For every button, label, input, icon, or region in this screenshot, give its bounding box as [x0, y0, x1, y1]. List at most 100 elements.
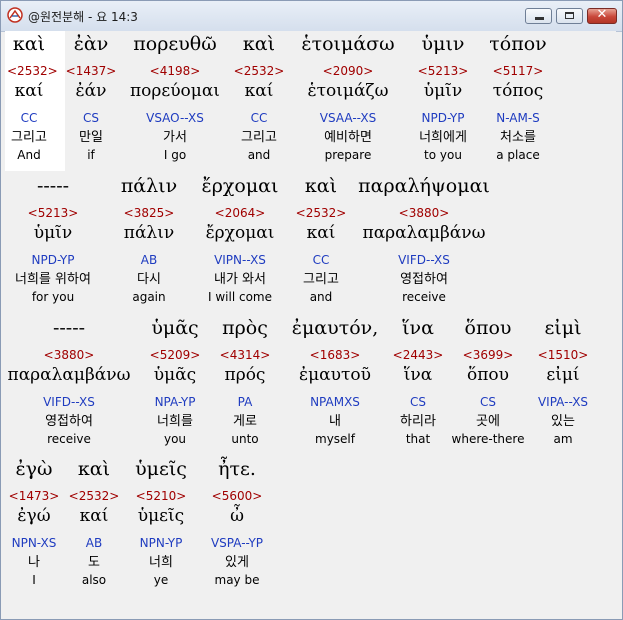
strongs-number: <2532>	[233, 64, 285, 78]
maximize-button[interactable]	[556, 8, 583, 24]
app-icon	[7, 7, 23, 23]
korean-gloss: 내가 와서	[214, 272, 266, 287]
english-gloss: And	[17, 148, 41, 162]
lemma: ἑτοιμάζω	[307, 81, 389, 101]
lemma: ὑμῖν	[33, 223, 73, 243]
korean-gloss: 다시	[137, 272, 161, 287]
morph-code: NPA-YP	[154, 395, 196, 409]
english-gloss: you	[163, 432, 187, 446]
korean-gloss: 게로	[233, 414, 257, 429]
english-gloss: for you	[31, 290, 75, 304]
english-gloss: I	[32, 573, 36, 587]
strongs-number: <5600>	[211, 489, 263, 503]
english-gloss: I go	[163, 148, 187, 162]
strongs-number: <1437>	[65, 64, 117, 78]
morph-code: AB	[140, 253, 158, 267]
english-gloss: I will come	[208, 290, 272, 304]
english-gloss: a place	[496, 148, 540, 162]
morph-code: VIPN--XS	[214, 253, 266, 267]
strongs-number: <4314>	[219, 348, 271, 362]
greek-word: εἰμὶ	[544, 317, 582, 339]
english-gloss: receive	[47, 432, 91, 446]
lemma: παραλαμβάνω	[7, 365, 131, 385]
strongs-number: <4198>	[149, 64, 201, 78]
english-gloss: unto	[231, 432, 259, 446]
greek-word: καὶ	[12, 33, 46, 55]
english-gloss: if	[87, 148, 95, 162]
minimize-button[interactable]	[525, 8, 552, 24]
lemma: τόπος	[492, 81, 544, 101]
korean-gloss: 너희를	[157, 414, 193, 429]
greek-word: παραλήψομαι	[358, 175, 490, 197]
korean-gloss: 도	[88, 555, 100, 570]
english-gloss: ye	[153, 573, 169, 587]
strongs-number: <1473>	[8, 489, 60, 503]
korean-gloss: 하리라	[400, 414, 436, 429]
morph-code: VIPA--XS	[537, 395, 589, 409]
greek-word: ἐμαυτόν,	[291, 317, 379, 339]
strongs-number: <2532>	[68, 489, 120, 503]
korean-gloss: 내	[329, 414, 341, 429]
lemma: ἐγώ	[17, 506, 51, 526]
korean-gloss: 너희	[149, 555, 173, 570]
strongs-number: <2064>	[214, 206, 266, 220]
english-gloss: that	[405, 432, 431, 446]
morph-code: CC	[250, 111, 268, 125]
morph-code: NPAMXS	[310, 395, 360, 409]
korean-gloss: 가서	[163, 130, 187, 145]
english-gloss: to you	[424, 148, 462, 162]
strongs-number: <2532>	[7, 64, 58, 78]
strongs-number: <5213>	[27, 206, 79, 220]
english-gloss: where-there	[451, 432, 525, 446]
lemma: ἔρχομαι	[205, 223, 275, 243]
greek-word: ἐὰν	[73, 33, 109, 55]
morph-code: NPN-YP	[139, 536, 183, 550]
morph-code: VSPA--YP	[210, 536, 264, 550]
greek-word: ἐγὼ	[15, 458, 53, 480]
lemma: πορεύομαι	[130, 81, 220, 101]
morph-code: CS	[410, 395, 426, 409]
morph-code: VIFD--XS	[398, 253, 450, 267]
morph-code: NPN-XS	[11, 536, 57, 550]
lemma: ἐάν	[75, 81, 107, 101]
greek-word: πάλιν	[120, 175, 178, 197]
lemma: παραλαμβάνω	[362, 223, 486, 243]
lemma: καί	[306, 223, 336, 243]
greek-word: ἵνα	[402, 317, 434, 339]
strongs-number: <5117>	[492, 64, 544, 78]
morph-code: NPD-YP	[31, 253, 75, 267]
english-gloss: am	[553, 432, 573, 446]
lemma: πρός	[224, 365, 266, 385]
greek-word: πορευθῶ	[133, 33, 217, 55]
morph-code: VIFD--XS	[43, 395, 95, 409]
greek-word: ὑμιν	[421, 33, 465, 55]
strongs-number: <3699>	[462, 348, 514, 362]
english-gloss: myself	[315, 432, 355, 446]
korean-gloss: 나	[28, 555, 40, 570]
english-gloss: may be	[214, 573, 260, 587]
korean-gloss: 그리고	[241, 130, 277, 145]
greek-word: ἦτε.	[218, 458, 256, 480]
lemma: καί	[244, 81, 274, 101]
greek-word: καὶ	[242, 33, 276, 55]
maximize-icon	[565, 12, 574, 19]
strongs-number: <5210>	[135, 489, 187, 503]
lemma: ἵνα	[403, 365, 433, 385]
strongs-number: <5209>	[149, 348, 201, 362]
title-bar[interactable]: @원전분해 - 요 14:3 ✕	[1, 1, 622, 32]
close-icon: ✕	[596, 7, 608, 22]
morph-code: NPD-YP	[421, 111, 465, 125]
greek-word: καὶ	[304, 175, 338, 197]
strongs-number: <2443>	[392, 348, 444, 362]
greek-word: -----	[52, 317, 86, 339]
lemma: καί	[79, 506, 109, 526]
strongs-number: <3880>	[43, 348, 95, 362]
morph-code: AB	[85, 536, 103, 550]
lemma: ὦ	[230, 506, 244, 526]
lemma: ὑμῖν	[423, 81, 463, 101]
close-button[interactable]: ✕	[587, 7, 617, 24]
morph-code: CC	[20, 111, 38, 125]
lemma: ὅπου	[467, 365, 509, 385]
morph-code: CC	[312, 253, 330, 267]
strongs-number: <3880>	[398, 206, 450, 220]
